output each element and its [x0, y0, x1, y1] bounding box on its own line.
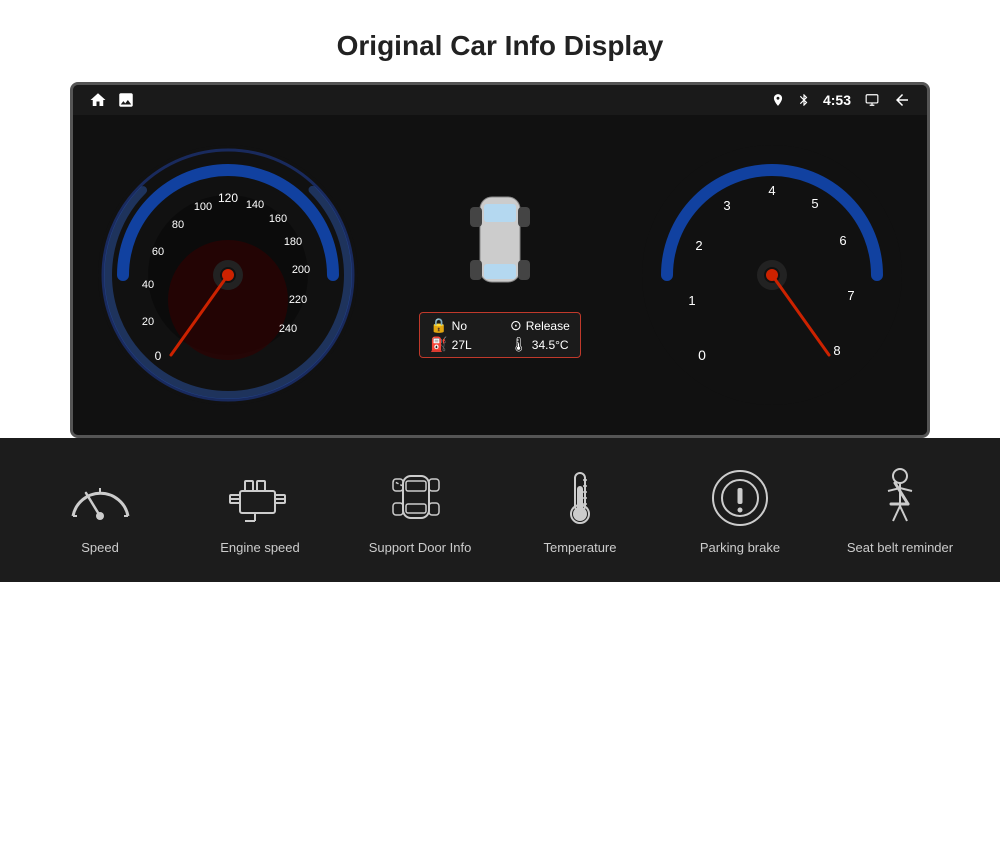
temp-info: 🌡 34.5°C [510, 336, 570, 353]
screen-icon [863, 93, 881, 107]
feature-door-info: Support Door Info [355, 468, 485, 557]
rpm-gauge: 0 1 2 3 4 5 6 7 8 [637, 140, 907, 410]
svg-text:200: 200 [292, 264, 310, 276]
svg-text:0: 0 [155, 349, 162, 363]
svg-text:140: 140 [246, 199, 264, 211]
car-top-view-icon [460, 192, 540, 302]
back-icon [893, 91, 911, 109]
info-panel: 🔒 No ⊙ Release ⛽ 27L 🌡 34.5°C [419, 312, 581, 358]
status-bar-left [89, 91, 135, 109]
svg-text:0: 0 [698, 347, 706, 363]
features-bar: Speed Engine speed [0, 438, 1000, 582]
seatbelt-reminder-label: Seat belt reminder [847, 540, 953, 557]
svg-text:3: 3 [723, 198, 730, 213]
feature-seatbelt: Seat belt reminder [835, 468, 965, 557]
bluetooth-icon [797, 93, 811, 107]
location-icon [771, 93, 785, 107]
gauge-area: 0 20 40 60 80 100 120 140 160 180 200 22… [73, 115, 927, 435]
speed-icon [65, 468, 135, 528]
feature-temperature: Temperature [515, 468, 645, 557]
seatbelt-info: 🔒 No [430, 317, 490, 334]
status-bar-right: 4:53 [771, 91, 911, 109]
speedometer-gauge: 0 20 40 60 80 100 120 140 160 180 200 22… [93, 140, 363, 410]
svg-text:120: 120 [218, 191, 238, 205]
parking-brake-info: ⊙ Release [510, 317, 570, 334]
page-title: Original Car Info Display [337, 30, 664, 62]
svg-text:220: 220 [289, 294, 307, 306]
svg-text:2: 2 [695, 238, 702, 253]
fuel-info: ⛽ 27L [430, 336, 490, 353]
dashboard-display: 4:53 [70, 82, 930, 438]
svg-text:7: 7 [847, 288, 854, 303]
svg-text:100: 100 [194, 201, 212, 213]
svg-text:180: 180 [284, 236, 302, 248]
parking-brake-label: Parking brake [700, 540, 780, 557]
parking-brake-icon [705, 468, 775, 528]
home-icon [89, 91, 107, 109]
svg-text:4: 4 [768, 183, 775, 198]
status-bar: 4:53 [73, 85, 927, 115]
feature-speed: Speed [35, 468, 165, 557]
feature-engine-speed: Engine speed [195, 468, 325, 557]
svg-text:160: 160 [269, 213, 287, 225]
door-info-label: Support Door Info [369, 540, 472, 557]
svg-text:80: 80 [172, 219, 184, 231]
svg-text:8: 8 [833, 343, 840, 358]
thermometer-icon [545, 468, 615, 528]
svg-text:240: 240 [279, 323, 297, 335]
image-icon [117, 91, 135, 109]
seatbelt-icon [865, 468, 935, 528]
svg-text:1: 1 [688, 293, 695, 308]
temperature-label: Temperature [544, 540, 617, 557]
feature-parking-brake: Parking brake [675, 468, 805, 557]
speed-label: Speed [81, 540, 119, 557]
svg-text:20: 20 [142, 316, 154, 328]
engine-icon [225, 468, 295, 528]
center-info-panel: 🔒 No ⊙ Release ⛽ 27L 🌡 34.5°C [363, 192, 637, 358]
engine-speed-label: Engine speed [220, 540, 300, 557]
svg-text:60: 60 [152, 246, 164, 258]
door-info-icon [385, 468, 455, 528]
status-time: 4:53 [823, 92, 851, 108]
svg-text:40: 40 [142, 279, 154, 291]
svg-text:6: 6 [839, 233, 846, 248]
svg-text:5: 5 [811, 196, 818, 211]
